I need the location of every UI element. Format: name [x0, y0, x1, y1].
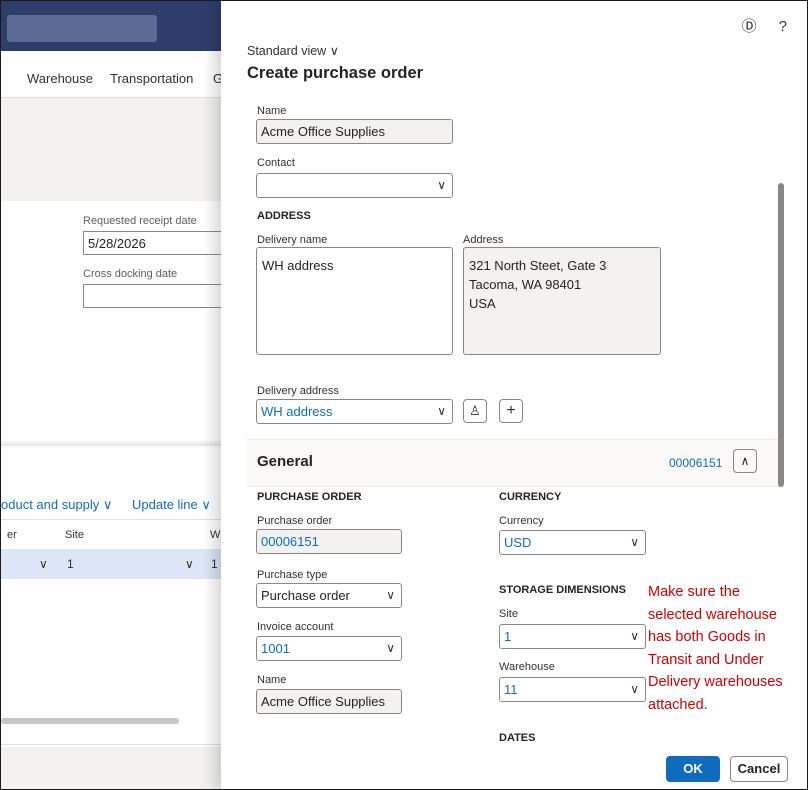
panel-title: Create purchase order [247, 64, 424, 82]
delivery-address-label: Delivery address [257, 385, 339, 397]
vendor-name-field[interactable]: Acme Office Supplies [256, 119, 453, 144]
delivery-name-label: Delivery name [257, 234, 328, 246]
delivery-address-value: WH address [261, 404, 333, 419]
bg-lines-area [1, 447, 221, 747]
add-address-button[interactable]: + [499, 399, 523, 423]
bg-cross-docking-input[interactable] [83, 284, 221, 308]
currency-select[interactable]: USD ∨ [499, 530, 646, 555]
chevron-down-icon: ∨ [386, 641, 395, 655]
address-section-title: ADDRESS [257, 210, 311, 222]
address-line-1: 321 North Steet, Gate 3 [469, 258, 607, 273]
warehouse-label: Warehouse [499, 661, 555, 673]
chevron-down-icon: ∨ [437, 404, 446, 418]
address-line-2: Tacoma, WA 98401 [469, 277, 582, 292]
map-pin-icon[interactable]: ♙ [463, 399, 487, 423]
note-line-1: Make sure the [648, 584, 740, 600]
note-line-4: Transit and Under [648, 651, 764, 668]
purchase-type-value: Purchase order [261, 588, 350, 603]
bg-table-row[interactable]: ∨ 1 ∨ 1 [1, 549, 221, 579]
invoice-account-select[interactable]: 1001 ∨ [256, 636, 402, 661]
delivery-address-select[interactable]: WH address ∨ [256, 399, 453, 424]
name-label: Name [257, 105, 287, 117]
bg-divider [1, 444, 221, 445]
purchase-order-label: Purchase order [257, 515, 333, 527]
bg-bottom-divider [1, 744, 221, 745]
purchase-order-section-title: PURCHASE ORDER [257, 491, 362, 503]
chevron-down-icon[interactable]: ∨ [39, 557, 48, 571]
bg-cross-docking-label: Cross docking date [83, 268, 178, 280]
bg-card: Requested receipt date 5/28/2026 Cross d… [1, 201, 221, 441]
address-line-3: USA [469, 296, 496, 311]
note-line-6: attached. [648, 696, 708, 713]
vendor-name-label-2: Name [257, 674, 287, 686]
chevron-down-icon: ∨ [329, 44, 339, 58]
copilot-icon[interactable]: Ⓓ [742, 18, 757, 35]
note-line-2: selected warehouse [648, 606, 777, 623]
vertical-scrollbar[interactable] [778, 183, 784, 487]
address-label: Address [463, 234, 504, 246]
site-select[interactable]: 1 ∨ [499, 624, 646, 649]
note-line-5: Delivery warehouses [648, 674, 783, 691]
help-icon[interactable]: ? [779, 18, 787, 35]
chevron-up-icon[interactable]: ∧ [733, 449, 757, 473]
cancel-button[interactable]: Cancel [730, 756, 788, 782]
chevron-down-icon: ∨ [437, 178, 446, 192]
ok-button[interactable]: OK [666, 756, 720, 782]
bg-row-site: 1 [67, 557, 74, 571]
chevron-down-icon[interactable]: ∨ [185, 557, 194, 571]
general-fasttab-header[interactable]: General 00006151 ∧ [247, 439, 782, 487]
bg-col-site: Site [65, 529, 84, 541]
currency-section-title: CURRENCY [499, 491, 562, 503]
warehouse-value: 11 [504, 682, 518, 697]
bg-tab-warehouse[interactable]: Warehouse [27, 71, 93, 86]
chevron-down-icon: ∨ [630, 682, 639, 696]
currency-label: Currency [499, 515, 544, 527]
purchase-order-field[interactable]: 00006151 [256, 529, 402, 554]
bg-horizontal-scrollbar[interactable] [1, 718, 179, 724]
site-label: Site [499, 608, 518, 620]
bg-product-supply-menu[interactable]: oduct and supply ∨ [1, 497, 112, 513]
purchase-type-select[interactable]: Purchase order ∨ [256, 583, 402, 608]
bg-header [1, 1, 221, 51]
bg-update-line-menu[interactable]: Update line ∨ [132, 497, 211, 513]
background-app: Warehouse Transportation G Requested rec… [1, 1, 221, 789]
screen: Warehouse Transportation G Requested rec… [0, 0, 808, 790]
bg-tab-more[interactable]: G [213, 71, 221, 86]
note-line-3: has both Goods in [648, 629, 766, 646]
dates-section-title: DATES [499, 732, 536, 741]
address-field: 321 North Steet, Gate 3 Tacoma, WA 98401… [463, 247, 661, 355]
panel-icons: Ⓓ? [720, 15, 787, 36]
general-summary-number: 00006151 [669, 456, 723, 470]
currency-value: USD [504, 535, 532, 550]
bg-row-warehouse: 1 [211, 557, 218, 571]
bg-requested-receipt-input[interactable]: 5/28/2026 [83, 231, 221, 255]
bg-requested-receipt-label: Requested receipt date [83, 215, 197, 227]
chevron-down-icon: ∨ [630, 629, 639, 643]
contact-label: Contact [257, 157, 295, 169]
bg-tab-transportation[interactable]: Transportation [110, 71, 193, 86]
warehouse-select[interactable]: 11 ∨ [499, 677, 646, 702]
contact-select[interactable]: ∨ [256, 173, 453, 198]
storage-dimensions-title: STORAGE DIMENSIONS [499, 584, 626, 596]
chevron-down-icon: ∨ [386, 588, 395, 602]
bg-col-warehouse: W [210, 529, 221, 541]
invoice-account-label: Invoice account [257, 621, 334, 633]
delivery-name-field[interactable]: WH address [256, 247, 453, 355]
invoice-account-value: 1001 [261, 641, 290, 656]
site-value: 1 [504, 629, 512, 644]
chevron-down-icon: ∨ [630, 535, 639, 549]
purchase-type-label: Purchase type [257, 569, 328, 581]
standard-view-selector[interactable]: Standard view ∨ [247, 43, 339, 58]
vendor-name-field-2[interactable]: Acme Office Supplies [256, 689, 402, 714]
bg-nav: Warehouse Transportation G [1, 51, 221, 98]
general-title: General [257, 453, 313, 470]
bg-grid-divider [1, 519, 221, 520]
bg-col-partial: er [7, 529, 17, 541]
annotation-note: Make sure the selected warehouse has bot… [648, 581, 806, 717]
bg-search-blur [7, 15, 157, 42]
view-label: Standard view [247, 44, 327, 58]
